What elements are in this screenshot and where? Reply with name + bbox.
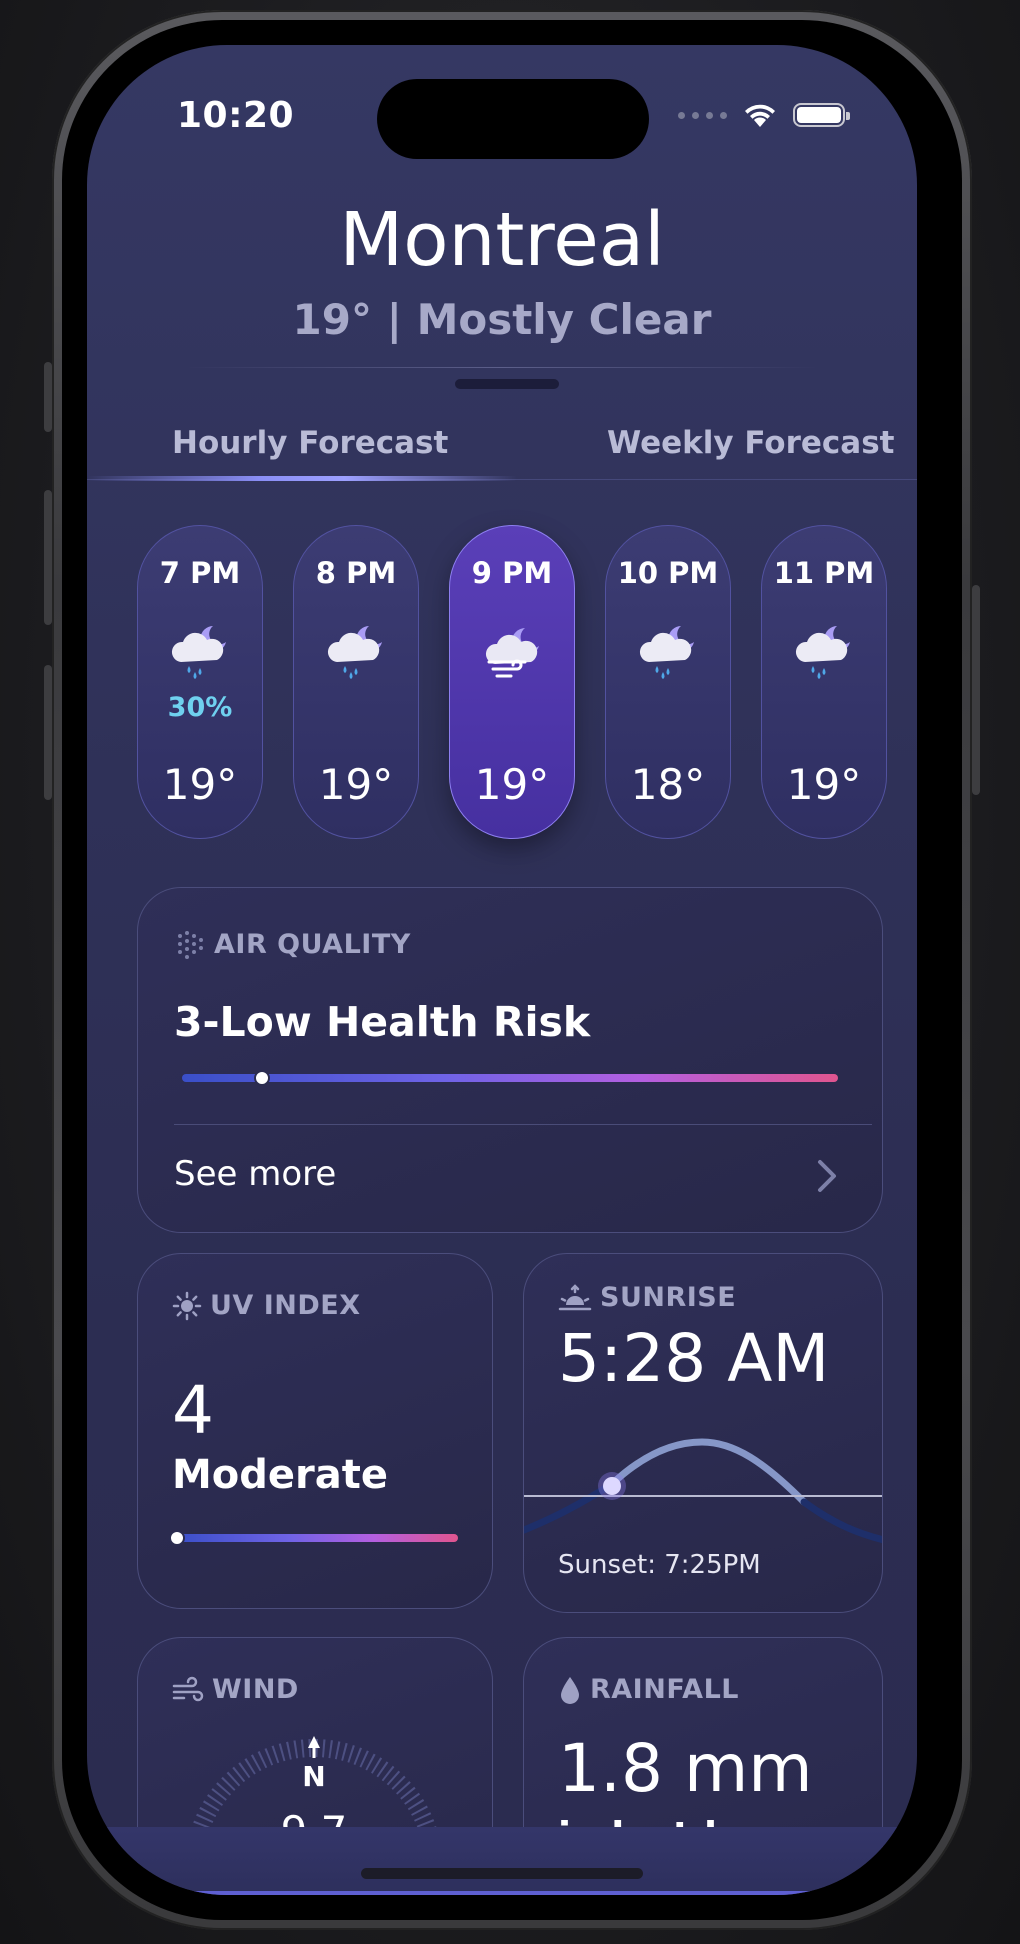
hour-time: 8 PM [315,556,397,590]
status-icons [678,101,850,129]
rainfall-amount: 1.8 mm [558,1730,813,1807]
tab-hourly-forecast[interactable]: Hourly Forecast [172,425,448,461]
phone-frame: 10:20 Montreal 19° | Mostly Clear Hourly… [44,10,980,1930]
status-time: 10:20 [177,95,295,136]
chevron-right-icon[interactable] [810,1156,842,1196]
uv-index-scale [176,1534,458,1542]
cloud-rain-moon-icon [795,626,850,679]
hour-temp: 19° [162,760,238,809]
hour-time: 10 PM [617,556,719,590]
hour-item-selected[interactable]: 9 PM 19° [449,525,575,839]
raindrop-icon [561,1676,579,1704]
uv-index-category: Moderate [172,1452,389,1498]
bottom-glow [147,1891,857,1895]
see-more-link[interactable]: See more [174,1154,336,1194]
sun-path-chart [524,1438,882,1544]
hour-temp: 19° [318,760,394,809]
air-quality-header: AIR QUALITY [174,928,411,960]
hour-temp: 18° [630,760,706,809]
cloud-wind-moon-icon [485,628,539,678]
hour-item[interactable]: 10 PM 18° [605,525,731,839]
forecast-tabs: Hourly Forecast Weekly Forecast [87,415,917,475]
air-quality-scale [182,1074,838,1082]
wind-icon [172,1676,204,1701]
screen: 10:20 Montreal 19° | Mostly Clear Hourly… [87,45,917,1895]
hour-time: 9 PM [471,556,553,590]
dynamic-island [377,79,649,159]
uv-index-value: 4 [172,1372,214,1449]
compass-north-label: N [302,1760,325,1793]
cloud-rain-moon-icon [171,626,226,679]
sheet-grabber[interactable] [455,379,559,389]
hour-temp: 19° [786,760,862,809]
sunset-time: Sunset: 7:25PM [558,1550,761,1580]
action-button [44,362,52,432]
bottom-tab-bar [87,1827,917,1895]
cloud-rain-moon-icon [639,626,694,679]
hour-item[interactable]: 7 PM 30% 19° [137,525,263,839]
volume-up-button [44,490,52,625]
hour-time: 7 PM [159,556,241,590]
battery-icon [793,103,850,127]
uv-index-card[interactable]: UV INDEX 4 Moderate [137,1253,493,1609]
rainfall-header: RAINFALL [558,1674,739,1705]
home-indicator[interactable] [361,1868,643,1879]
uv-index-header: UV INDEX [172,1290,361,1321]
wifi-icon [745,104,775,127]
city-name: Montreal [339,197,665,283]
wind-label: WIND [212,1674,299,1705]
hour-item[interactable]: 11 PM 19° [761,525,887,839]
uv-index-label: UV INDEX [210,1290,361,1321]
sunrise-card[interactable]: SUNRISE 5:28 AM Sunset: 7:25PM [523,1253,883,1613]
power-button [972,585,980,795]
hourly-forecast-list: 7 PM 30% 19° 8 PM 19° 9 PM 19° 10 PM 18°… [87,525,917,845]
air-quality-indicator [253,1070,270,1086]
tab-selected-indicator [87,476,517,481]
air-quality-card[interactable]: AIR QUALITY 3-Low Health Risk See more [137,887,883,1233]
rainfall-label: RAINFALL [590,1674,739,1705]
uv-index-indicator [169,1530,185,1546]
cloud-rain-moon-icon [327,626,382,679]
precip-chance: 30% [167,692,233,723]
divider [187,367,817,368]
air-quality-value: 3-Low Health Risk [174,998,591,1046]
sun-icon [172,1291,202,1320]
wind-header: WIND [172,1674,299,1705]
sunrise-header: SUNRISE [558,1282,736,1313]
air-quality-icon [178,931,203,959]
air-quality-label: AIR QUALITY [214,928,411,960]
divider [174,1124,872,1125]
sunrise-icon [558,1283,592,1310]
sunrise-label: SUNRISE [600,1282,737,1313]
volume-down-button [44,665,52,800]
current-summary: 19° | Mostly Clear [292,295,712,344]
cellular-signal-icon [678,111,727,119]
sunrise-time: 5:28 AM [558,1320,830,1397]
hour-temp: 19° [474,760,550,809]
hour-time: 11 PM [773,556,875,590]
hour-item[interactable]: 8 PM 19° [293,525,419,839]
tab-weekly-forecast[interactable]: Weekly Forecast [607,425,894,461]
